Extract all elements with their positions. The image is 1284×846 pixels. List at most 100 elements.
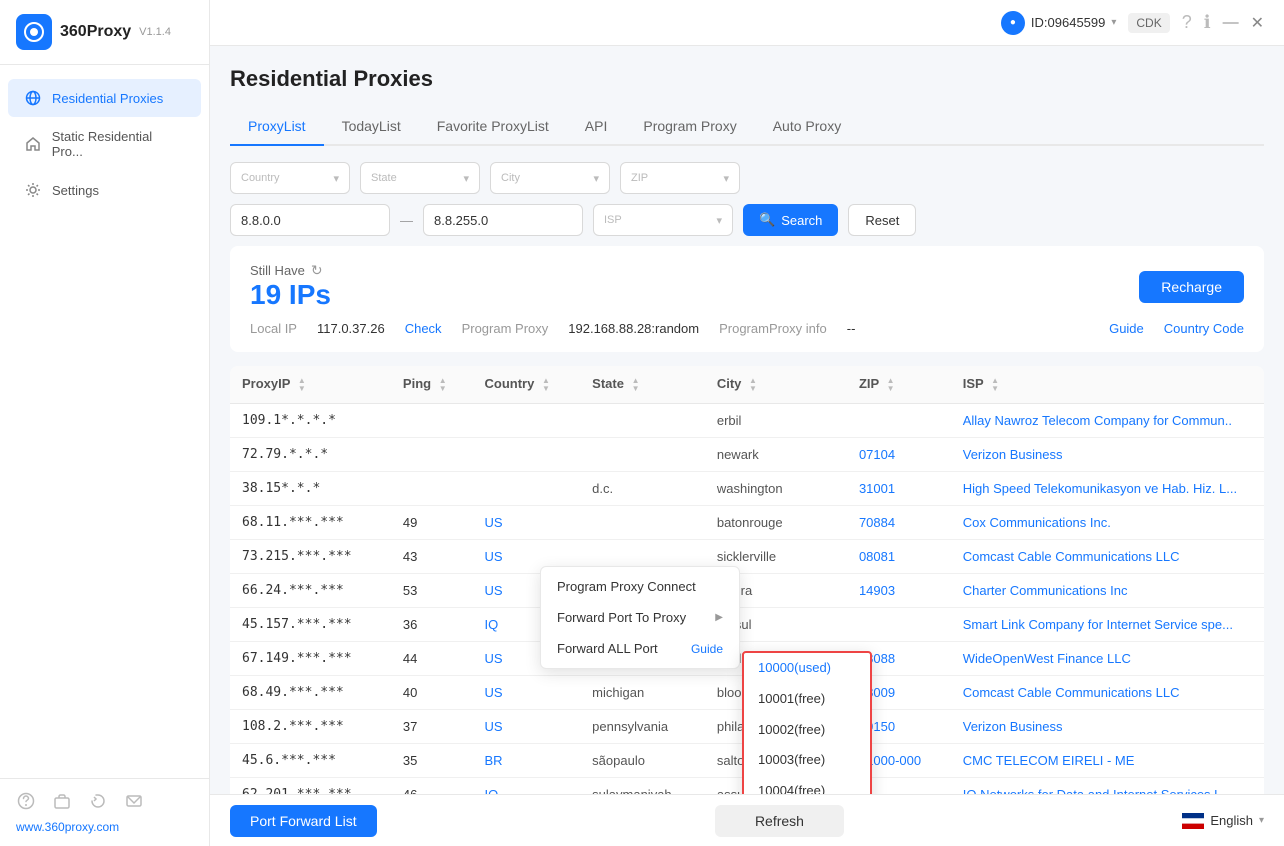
user-badge[interactable]: ● ID:09645599 ▾ bbox=[1001, 11, 1116, 35]
cell-ping bbox=[391, 403, 473, 437]
sort-zip-icon[interactable]: ▲▼ bbox=[887, 377, 895, 393]
flag-icon bbox=[1182, 813, 1204, 829]
th-country: Country ▲▼ bbox=[472, 366, 580, 403]
table-row[interactable]: 109.1*.*.*.* erbil Allay Nawroz Telecom … bbox=[230, 403, 1264, 437]
table-row[interactable]: 66.24.***.*** 53 US elmira 14903 Charter… bbox=[230, 573, 1264, 607]
search-button[interactable]: 🔍 Search bbox=[743, 204, 838, 236]
reset-button[interactable]: Reset bbox=[848, 204, 916, 236]
filter-row-2: — ISP ▾ 🔍 Search Reset bbox=[230, 204, 1264, 236]
country-select[interactable]: Country ▾ bbox=[230, 162, 350, 194]
th-isp: ISP ▲▼ bbox=[951, 366, 1264, 403]
recharge-button[interactable]: Recharge bbox=[1139, 271, 1244, 303]
sort-city-icon[interactable]: ▲▼ bbox=[749, 377, 757, 393]
cell-country: US bbox=[472, 505, 580, 539]
refresh-small-icon[interactable]: ↻ bbox=[311, 262, 323, 279]
tab-auto[interactable]: Auto Proxy bbox=[755, 108, 859, 146]
city-select[interactable]: City ▾ bbox=[490, 162, 610, 194]
tab-favorite[interactable]: Favorite ProxyList bbox=[419, 108, 567, 146]
program-proxy-value: 192.168.88.28:random bbox=[568, 321, 699, 336]
cell-ping: 40 bbox=[391, 675, 473, 709]
port-item[interactable]: 10002(free) bbox=[744, 715, 870, 746]
table-row[interactable]: 68.11.***.*** 49 US batonrouge 70884 Cox… bbox=[230, 505, 1264, 539]
help1-icon[interactable] bbox=[16, 791, 36, 811]
port-forward-button[interactable]: Port Forward List bbox=[230, 805, 377, 837]
tab-api[interactable]: API bbox=[567, 108, 626, 146]
cell-ip: 109.1*.*.*.* bbox=[230, 403, 391, 437]
context-menu: Program Proxy Connect Forward Port To Pr… bbox=[540, 566, 740, 669]
check-link[interactable]: Check bbox=[405, 321, 442, 336]
cell-city: newark bbox=[705, 437, 847, 471]
th-ping: Ping ▲▼ bbox=[391, 366, 473, 403]
cell-state: michigan bbox=[580, 675, 705, 709]
guide-link[interactable]: Guide bbox=[1109, 321, 1144, 336]
port-item[interactable]: 10004(free) bbox=[744, 776, 870, 794]
sort-state-icon[interactable]: ▲▼ bbox=[632, 377, 640, 393]
sidebar: 360Proxy V1.1.4 Residential Proxies Stat… bbox=[0, 0, 210, 846]
tab-program[interactable]: Program Proxy bbox=[625, 108, 754, 146]
state-placeholder: State bbox=[371, 172, 397, 184]
sort-country-icon[interactable]: ▲▼ bbox=[542, 377, 550, 393]
stats-top: Still Have ↻ 19 IPs Recharge bbox=[250, 262, 1244, 311]
mail-icon[interactable] bbox=[124, 791, 144, 811]
cell-ip: 66.24.***.*** bbox=[230, 573, 391, 607]
reload-icon[interactable] bbox=[88, 791, 108, 811]
cell-ping: 49 bbox=[391, 505, 473, 539]
cell-country bbox=[472, 403, 580, 437]
sidebar-item-settings[interactable]: Settings bbox=[8, 171, 201, 209]
briefcase-icon[interactable] bbox=[52, 791, 72, 811]
sort-proxyip-icon[interactable]: ▲▼ bbox=[298, 377, 306, 393]
sidebar-item-static[interactable]: Static Residential Pro... bbox=[8, 119, 201, 169]
isp-select[interactable]: ISP ▾ bbox=[593, 204, 733, 236]
minimize-icon[interactable]: — bbox=[1223, 14, 1239, 32]
sort-isp-icon[interactable]: ▲▼ bbox=[991, 377, 999, 393]
sort-ping-icon[interactable]: ▲▼ bbox=[439, 377, 447, 393]
zip-chevron-icon: ▾ bbox=[723, 172, 729, 185]
tab-todaylist[interactable]: TodayList bbox=[324, 108, 419, 146]
tab-proxylist[interactable]: ProxyList bbox=[230, 108, 324, 146]
cell-zip bbox=[847, 403, 951, 437]
zip-select[interactable]: ZIP ▾ bbox=[620, 162, 740, 194]
port-item[interactable]: 10000(used) bbox=[744, 653, 870, 684]
port-item[interactable]: 10003(free) bbox=[744, 745, 870, 776]
cell-ip: 45.157.***.*** bbox=[230, 607, 391, 641]
tab-bar: ProxyList TodayList Favorite ProxyList A… bbox=[230, 108, 1264, 146]
help-icon[interactable]: ? bbox=[1182, 12, 1192, 33]
globe-icon bbox=[24, 89, 42, 107]
table-row[interactable]: 73.215.***.*** 43 US sicklerville 08081 … bbox=[230, 539, 1264, 573]
refresh-button[interactable]: Refresh bbox=[715, 805, 844, 837]
context-item-forward-port[interactable]: Forward Port To Proxy ▶ bbox=[541, 602, 739, 633]
table-header: ProxyIP ▲▼ Ping ▲▼ Country ▲▼ State bbox=[230, 366, 1264, 403]
sidebar-item-static-label: Static Residential Pro... bbox=[52, 129, 185, 159]
close-icon[interactable]: ✕ bbox=[1251, 13, 1264, 33]
table-row[interactable]: 72.79.*.*.* newark 07104 Verizon Busines… bbox=[230, 437, 1264, 471]
table-row[interactable]: 45.157.***.*** 36 IQ mosul Smart Link Co… bbox=[230, 607, 1264, 641]
table-row[interactable]: 38.15*.*.* d.c. washington 31001 High Sp… bbox=[230, 471, 1264, 505]
cdk-button[interactable]: CDK bbox=[1128, 13, 1169, 33]
country-code-link[interactable]: Country Code bbox=[1164, 321, 1244, 336]
page-title: Residential Proxies bbox=[230, 66, 1264, 92]
cell-ip: 45.6.***.*** bbox=[230, 743, 391, 777]
cell-state bbox=[580, 403, 705, 437]
footer-link[interactable]: www.360proxy.com bbox=[16, 820, 119, 834]
ip-to-input[interactable] bbox=[423, 204, 583, 236]
ip-from-input[interactable] bbox=[230, 204, 390, 236]
local-ip-value: 117.0.37.26 bbox=[317, 321, 385, 336]
sidebar-nav: Residential Proxies Static Residential P… bbox=[0, 65, 209, 778]
info-circle-icon[interactable]: ℹ bbox=[1204, 12, 1211, 33]
forward-all-guide-link[interactable]: Guide bbox=[691, 642, 723, 656]
cell-ping: 35 bbox=[391, 743, 473, 777]
language-selector[interactable]: English ▾ bbox=[1182, 813, 1264, 829]
sidebar-item-residential[interactable]: Residential Proxies bbox=[8, 79, 201, 117]
gear-icon bbox=[24, 181, 42, 199]
cell-ip: 67.149.***.*** bbox=[230, 641, 391, 675]
port-item[interactable]: 10001(free) bbox=[744, 684, 870, 715]
context-item-program-proxy[interactable]: Program Proxy Connect bbox=[541, 571, 739, 602]
cell-city: erbil bbox=[705, 403, 847, 437]
language-label: English bbox=[1210, 813, 1253, 828]
cell-isp: Comcast Cable Communications LLC bbox=[951, 675, 1264, 709]
header-row: ProxyIP ▲▼ Ping ▲▼ Country ▲▼ State bbox=[230, 366, 1264, 403]
logo-text: 360Proxy bbox=[60, 23, 131, 41]
cell-city: washington bbox=[705, 471, 847, 505]
state-select[interactable]: State ▾ bbox=[360, 162, 480, 194]
context-item-forward-all[interactable]: Forward ALL Port Guide bbox=[541, 633, 739, 664]
